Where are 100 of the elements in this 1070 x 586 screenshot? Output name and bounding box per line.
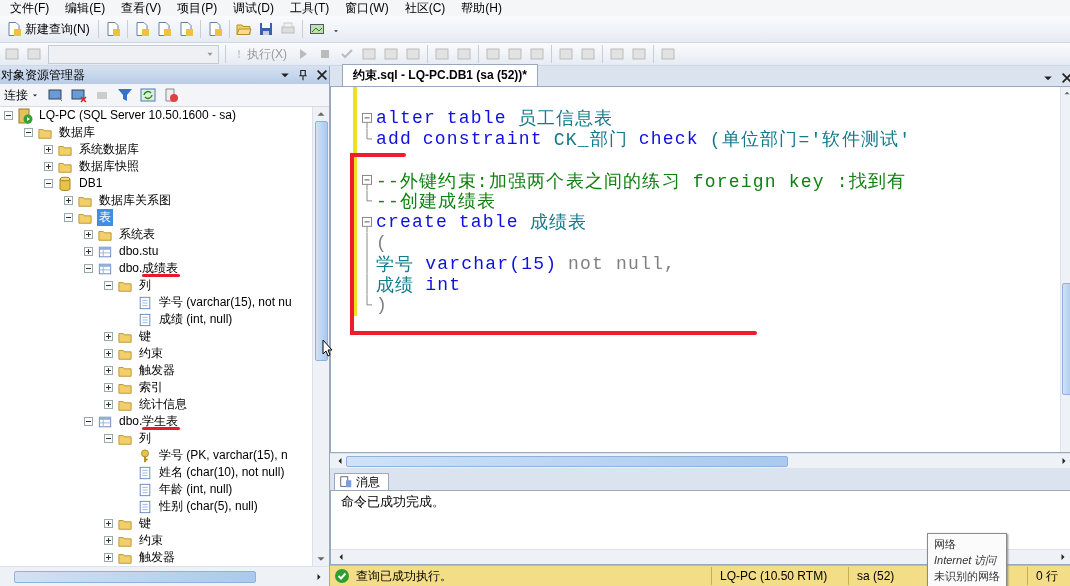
tree-item[interactable]: 统计信息 — [137, 396, 189, 413]
tree-item[interactable]: 键 — [137, 328, 153, 345]
tree-item[interactable]: 学号 (PK, varchar(15), n — [157, 447, 290, 464]
table-icon — [97, 414, 113, 429]
expander-toggle[interactable] — [104, 332, 113, 341]
tooltip-text: Internet 访问 — [934, 553, 998, 568]
status-rows: 0 行 — [1027, 567, 1070, 586]
document-icon[interactable] — [206, 21, 223, 37]
tree-item[interactable]: dbo.学生表 — [117, 413, 181, 430]
tree-item[interactable]: 约束 — [137, 532, 165, 549]
expander-toggle[interactable] — [64, 196, 73, 205]
scrollbar-thumb[interactable] — [314, 121, 328, 362]
menu-item[interactable]: 调试(D) — [225, 0, 282, 16]
expander-toggle[interactable] — [104, 400, 113, 409]
tree-item[interactable]: 索引 — [137, 379, 165, 396]
expander-toggle[interactable] — [44, 179, 53, 188]
menu-item[interactable]: 查看(V) — [113, 0, 170, 16]
code-token: 成绩 — [376, 274, 415, 297]
messages-tab[interactable]: 消息 — [334, 473, 389, 491]
refresh-icon[interactable] — [140, 87, 156, 103]
scrollbar-thumb[interactable] — [346, 455, 788, 467]
tree-item[interactable]: dbo.stu — [117, 243, 161, 260]
expander-toggle[interactable] — [104, 383, 113, 392]
report-icon[interactable] — [163, 87, 179, 103]
tree-item[interactable]: 姓名 (char(10), not null) — [157, 464, 287, 481]
open-folder-icon[interactable] — [235, 21, 252, 37]
scrollbar-thumb[interactable] — [1061, 283, 1070, 396]
code-token: CK_部门 — [553, 129, 629, 151]
tree-item[interactable]: LQ-PC (SQL Server 10.50.1600 - sa) — [37, 107, 238, 124]
tree-item[interactable]: DB1 — [77, 175, 105, 192]
code-token: --外键约束:加强两个表之间的练习 foreign key :找到有 — [376, 170, 907, 192]
scrollbar-thumb[interactable] — [14, 570, 256, 583]
tree-item[interactable]: 系统数据库 — [77, 141, 141, 158]
menu-item[interactable]: 社区(C) — [396, 0, 454, 16]
tooltip-text: 网络 — [934, 537, 957, 552]
code-token: constraint — [422, 129, 543, 149]
menu-item[interactable]: 工具(T) — [282, 0, 338, 16]
tree-item[interactable]: dbo.成绩表 — [117, 260, 181, 277]
expander-toggle[interactable] — [104, 536, 113, 545]
expander-toggle[interactable] — [84, 230, 93, 239]
document-icon[interactable] — [104, 21, 121, 37]
tree-item[interactable]: 触发器 — [137, 362, 177, 379]
expander-toggle[interactable] — [84, 264, 93, 273]
tree-item[interactable]: 性别 (char(5), null) — [157, 498, 260, 515]
expander-toggle[interactable] — [104, 281, 113, 290]
code-token: (单位部门='软件测试' — [709, 129, 912, 151]
expander-toggle[interactable] — [104, 349, 113, 358]
code-token: check — [638, 129, 699, 149]
save-icon[interactable] — [257, 21, 274, 37]
connect-database-icon[interactable] — [48, 87, 64, 103]
expander-toggle[interactable] — [104, 553, 113, 562]
pin-icon[interactable] — [297, 67, 309, 83]
tree-item[interactable]: 数据库快照 — [77, 158, 141, 175]
menu-item[interactable]: 编辑(E) — [57, 0, 114, 16]
menu-item[interactable]: 帮助(H) — [453, 0, 510, 16]
disconnect-database-icon[interactable] — [71, 87, 87, 103]
expander-toggle[interactable] — [24, 128, 33, 137]
monitor-icon[interactable] — [308, 21, 325, 37]
tree-item[interactable]: 列 — [137, 277, 153, 294]
vertical-scrollbar[interactable] — [1060, 87, 1070, 453]
message-text: 命令已成功完成。 — [340, 493, 446, 512]
code-token: alter — [376, 108, 436, 129]
expander-toggle[interactable] — [84, 247, 93, 256]
expander-toggle[interactable] — [44, 145, 53, 154]
new-query-button[interactable]: 新建查询(N) — [4, 18, 92, 40]
filter-icon[interactable] — [117, 87, 133, 103]
horizontal-scrollbar[interactable] — [330, 453, 1070, 469]
expander-toggle[interactable] — [104, 366, 113, 375]
horizontal-scrollbar[interactable] — [331, 549, 1070, 565]
tree-item[interactable]: 学号 (varchar(15), not nu — [157, 294, 294, 311]
tree-item[interactable]: 数据库 — [57, 124, 97, 141]
expander-toggle[interactable] — [64, 213, 73, 222]
connect-button[interactable]: 连接 — [2, 84, 41, 106]
menu-item[interactable]: 项目(P) — [169, 0, 226, 16]
expander-toggle[interactable] — [104, 434, 113, 443]
horizontal-scrollbar[interactable] — [0, 566, 329, 586]
close-icon[interactable] — [1060, 70, 1070, 86]
tree-item[interactable]: 系统表 — [117, 226, 157, 243]
column-icon — [137, 499, 153, 514]
vertical-scrollbar[interactable] — [312, 107, 329, 566]
table-icon — [97, 244, 113, 259]
tree-item[interactable]: 年龄 (int, null) — [157, 481, 235, 498]
expander-toggle[interactable] — [44, 162, 53, 171]
expander-toggle[interactable] — [84, 417, 93, 426]
expander-toggle[interactable] — [104, 519, 113, 528]
menu-item[interactable]: 文件(F) — [2, 0, 58, 16]
close-icon[interactable] — [315, 67, 329, 83]
tree-item[interactable]: 触发器 — [137, 549, 177, 566]
tree-item[interactable]: 列 — [137, 430, 153, 447]
tree-item[interactable]: 键 — [137, 515, 153, 532]
tree-item[interactable]: 成绩 (int, null) — [157, 311, 235, 328]
code-token: ( — [376, 232, 388, 253]
expander-toggle[interactable] — [4, 111, 13, 120]
code-token: not null, — [568, 253, 677, 274]
menu-item[interactable]: 窗口(W) — [337, 0, 397, 16]
message-icon[interactable] — [339, 475, 353, 490]
tree-item[interactable]: 数据库关系图 — [97, 192, 173, 209]
editor-tab[interactable]: 约束.sql - LQ-PC.DB1 (sa (52))* — [342, 64, 539, 86]
tree-item[interactable]: 约束 — [137, 345, 165, 362]
new-query-icon[interactable] — [6, 21, 22, 37]
